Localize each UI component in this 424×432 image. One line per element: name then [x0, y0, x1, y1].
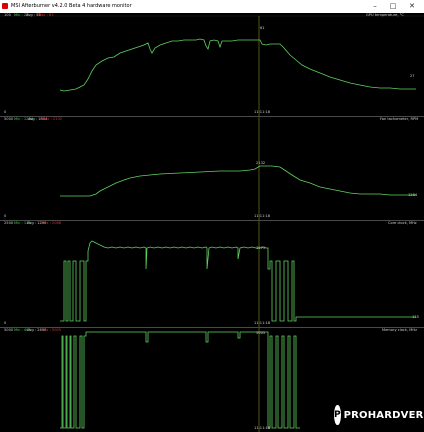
core-clock-graph[interactable]: 2500 0 Min : 135 Avg : 1296 Max : 2088 C…: [0, 221, 424, 327]
current-value: 1284: [408, 193, 418, 197]
current-value: 135: [412, 315, 419, 319]
current-value: 27: [410, 74, 415, 78]
max-stat: Max : 63: [38, 13, 54, 17]
fan-tachometer-plot: [60, 117, 416, 220]
max-stat: Max : 2088: [41, 221, 62, 225]
prohardver-logo-text: PROHARDVER!: [343, 409, 424, 421]
prohardver-logo-icon: P: [334, 405, 341, 425]
min-axis-label: 0: [4, 321, 7, 325]
prohardver-watermark: P PROHARDVER!: [334, 404, 424, 426]
core-clock-plot: [60, 221, 416, 327]
cursor-value: 1971: [256, 246, 266, 250]
cursor-value: 61: [260, 26, 265, 30]
cursor-time: 11:11:18: [254, 426, 271, 430]
min-axis-label: 0: [4, 214, 7, 218]
max-axis-label: 2500: [4, 221, 14, 225]
window-titlebar: MSI Afterburner v4.2.0 Beta 4 hardware m…: [0, 0, 424, 13]
fan-tachometer-series: [60, 165, 416, 197]
max-axis-label: 5000: [4, 328, 14, 332]
graph-title: GPU temperature, °C: [366, 13, 404, 17]
minimize-button[interactable]: –: [368, 1, 382, 12]
cursor-time: 11:11:18: [254, 214, 271, 218]
max-axis-label: 5000: [4, 117, 14, 121]
afterburner-app-icon: [2, 3, 8, 9]
gpu-temperature-plot: [0, 15, 424, 116]
min-axis-label: 0: [4, 110, 7, 114]
cursor-value: 5005: [256, 331, 266, 335]
window-title: MSI Afterburner v4.2.0 Beta 4 hardware m…: [11, 3, 132, 9]
fan-tachometer-graph[interactable]: 5000 0 Min : 1284 Avg : 1804 Max : 2132 …: [0, 117, 424, 220]
max-stat: Max : 5005: [41, 328, 62, 332]
gpu-temperature-graph[interactable]: 100 0 Min : 27 Avg : 55 Max : 63 GPU tem…: [0, 13, 424, 116]
graph-title: Core clock, MHz: [388, 221, 417, 225]
close-button[interactable]: ✕: [405, 1, 419, 12]
max-stat: Max : 2132: [42, 117, 63, 121]
cursor-time: 11:11:18: [254, 110, 271, 114]
core-clock-series: [60, 240, 416, 322]
memory-clock-series: [60, 331, 300, 429]
gpu-temperature-series: [59, 38, 416, 92]
graph-title: Memory clock, MHz: [382, 328, 417, 332]
maximize-button[interactable]: □: [386, 1, 400, 12]
cursor-time: 11:11:18: [254, 321, 271, 325]
cursor-value: 2132: [256, 161, 266, 165]
max-axis-label: 100: [4, 13, 11, 17]
graph-title: Fan tachometer, RPM: [380, 117, 419, 121]
